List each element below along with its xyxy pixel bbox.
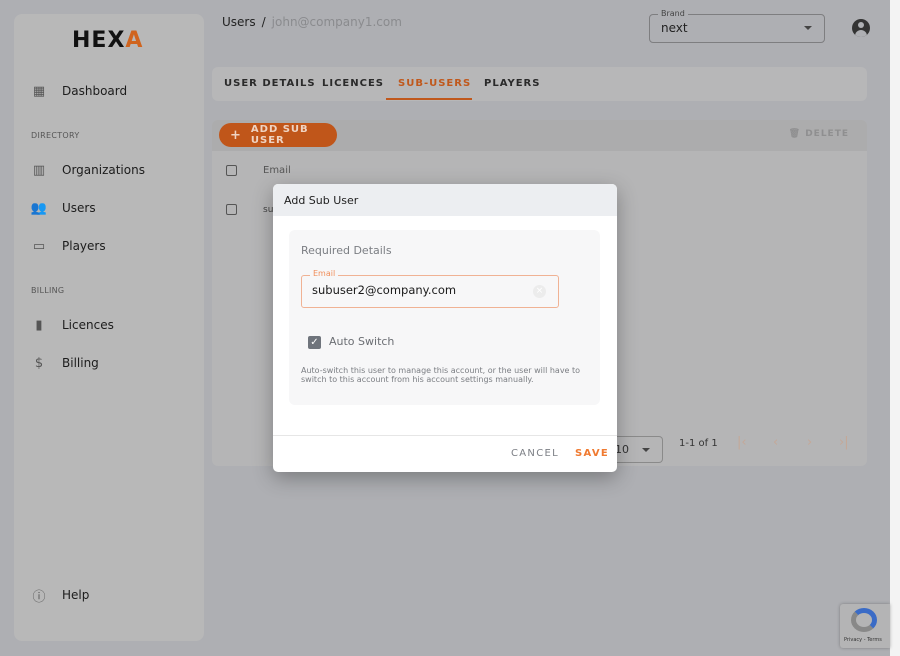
add-sub-user-button[interactable]: + ADD SUB USER: [219, 123, 337, 147]
monitor-icon: ▭: [32, 238, 46, 254]
next-page-icon[interactable]: ›: [807, 435, 812, 450]
tab-licences[interactable]: LICENCES: [322, 78, 384, 89]
auto-switch-help: Auto-switch this user to manage this acc…: [301, 366, 581, 384]
breadcrumb: Users / john@company1.com: [222, 15, 402, 29]
cancel-button[interactable]: CANCEL: [511, 448, 559, 459]
dialog-title: Add Sub User: [273, 184, 617, 216]
add-sub-user-dialog: Add Sub User Required Details Email × ✓ …: [273, 184, 617, 472]
recaptcha-badge[interactable]: Privacy - Terms: [840, 604, 890, 648]
sidebar-item-users[interactable]: 👥 Users: [30, 200, 96, 216]
sidebar-item-organizations[interactable]: ▥ Organizations: [32, 162, 145, 178]
recaptcha-icon: [851, 608, 877, 632]
delete-button[interactable]: 🗑 DELETE: [789, 129, 849, 139]
tab-players[interactable]: PLAYERS: [484, 78, 540, 89]
brand-select[interactable]: Brand next: [649, 9, 825, 43]
dialog-divider: [273, 435, 617, 436]
row-checkbox[interactable]: [226, 204, 237, 215]
auto-switch-label: Auto Switch: [329, 335, 395, 348]
required-details-card: Required Details Email × ✓ Auto Switch A…: [289, 230, 600, 405]
section-directory: DIRECTORY: [31, 131, 80, 140]
tabs: USER DETAILS LICENCES SUB-USERS PLAYERS: [212, 67, 867, 101]
sidebar: HEXA ▦ Dashboard DIRECTORY ▥ Organizations…: [14, 14, 204, 641]
active-tab-indicator: [386, 98, 472, 100]
select-all-checkbox[interactable]: [226, 165, 237, 176]
hexa-logo: HEXA: [72, 28, 144, 53]
users-icon: 👥: [30, 200, 48, 216]
pagination-range: 1-1 of 1: [679, 438, 718, 449]
sidebar-item-players[interactable]: ▭ Players: [32, 238, 106, 254]
tab-sub-users[interactable]: SUB-USERS: [398, 78, 471, 89]
first-page-icon[interactable]: |‹: [737, 435, 747, 450]
account-icon[interactable]: [852, 19, 870, 37]
auto-switch-checkbox[interactable]: ✓: [308, 336, 321, 349]
sidebar-item-billing[interactable]: $ Billing: [32, 355, 99, 371]
prev-page-icon[interactable]: ‹: [773, 435, 778, 450]
column-header-email: Email: [263, 165, 291, 176]
dollar-icon: $: [34, 355, 44, 371]
dashboard-icon: ▦: [32, 83, 46, 99]
plus-icon: +: [230, 127, 242, 143]
sidebar-item-help[interactable]: ⓘ Help: [32, 588, 89, 605]
email-input[interactable]: [312, 283, 522, 297]
help-icon: ⓘ: [32, 589, 46, 605]
clear-icon[interactable]: ×: [533, 285, 546, 298]
chevron-down-icon: [804, 26, 812, 30]
toolbar: + ADD SUB USER 🗑 DELETE: [212, 120, 867, 151]
section-title: Required Details: [301, 244, 392, 257]
book-icon: ▮: [35, 317, 43, 333]
trash-icon: 🗑: [788, 129, 806, 139]
sidebar-item-dashboard[interactable]: ▦ Dashboard: [32, 83, 127, 99]
email-field: Email ×: [301, 269, 559, 308]
table-cell-email: su: [263, 205, 274, 215]
right-edge: [890, 0, 900, 656]
breadcrumb-users[interactable]: Users: [222, 15, 256, 29]
section-billing: BILLING: [31, 286, 65, 295]
breadcrumb-current: john@company1.com: [271, 15, 402, 29]
last-page-icon[interactable]: ›|: [839, 435, 849, 450]
chevron-down-icon: [642, 448, 650, 452]
tab-user-details[interactable]: USER DETAILS: [224, 78, 316, 89]
sidebar-item-licences[interactable]: ▮ Licences: [32, 317, 113, 333]
save-button[interactable]: SAVE: [575, 448, 609, 459]
building-icon: ▥: [32, 162, 46, 178]
